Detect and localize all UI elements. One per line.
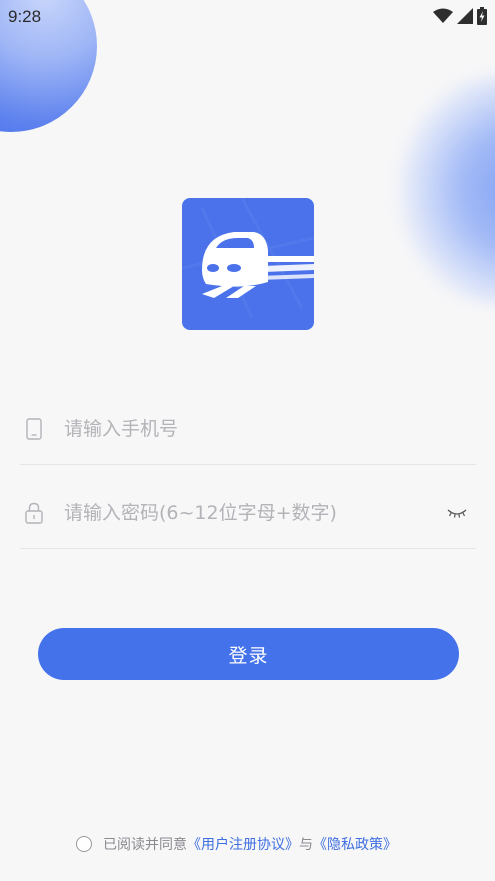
login-button[interactable]: 登录: [38, 628, 459, 680]
decorative-circle-right: [385, 75, 495, 305]
agreement-conjunction: 与: [299, 837, 313, 853]
wifi-icon: [433, 8, 453, 24]
phone-field-row: [20, 393, 476, 465]
phone-icon: [22, 417, 46, 441]
eye-closed-icon[interactable]: [444, 503, 470, 523]
signal-icon: [457, 8, 473, 24]
status-bar: 9:28: [0, 0, 495, 34]
battery-charging-icon: [477, 7, 487, 25]
agreement-checkbox[interactable]: [76, 836, 92, 852]
password-field-row: [20, 477, 476, 549]
agreement-prefix: 已阅读并同意: [103, 837, 187, 853]
password-input[interactable]: [64, 501, 444, 524]
phone-input[interactable]: [64, 417, 476, 440]
status-time: 9:28: [8, 7, 42, 26]
app-logo: [182, 198, 314, 330]
status-icons: [433, 7, 487, 25]
user-agreement-link[interactable]: 《用户注册协议》: [187, 834, 299, 854]
agreement-row: 已阅读并同意 《用户注册协议》 与 《隐私政策》: [76, 833, 476, 855]
login-screen: 9:28 请输入手机号 登录 已阅读并同意 《用户注册协议》 与 《隐私政策》: [0, 0, 495, 881]
privacy-policy-link[interactable]: 《隐私政策》: [313, 834, 397, 854]
lock-icon: [22, 501, 46, 525]
